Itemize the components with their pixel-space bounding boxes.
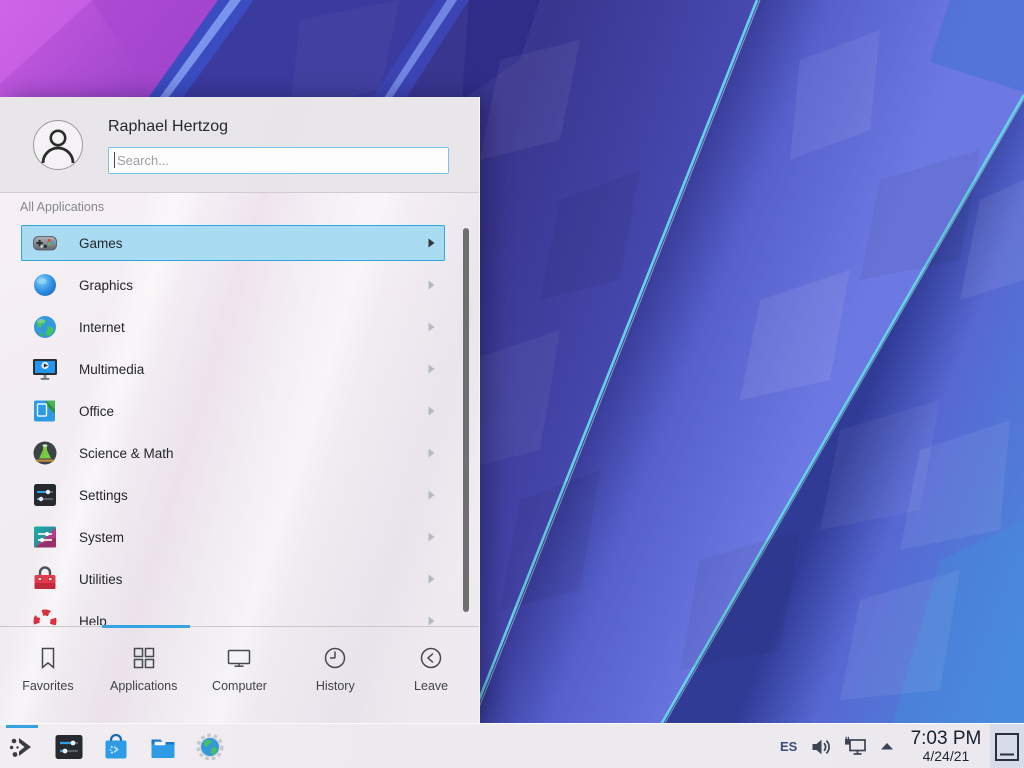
clock-widget[interactable]: 7:03 PM 4/24/21: [906, 729, 985, 764]
gamepad-icon: [32, 230, 58, 256]
settings-dark-icon: [54, 732, 84, 762]
user-avatar[interactable]: [33, 120, 83, 170]
tab-favorites[interactable]: Favorites: [0, 627, 96, 723]
tab-leave[interactable]: Leave: [383, 627, 479, 723]
show-desktop-icon: [994, 732, 1020, 762]
volume-icon[interactable]: [809, 735, 833, 759]
list-scrollbar[interactable]: [463, 228, 469, 612]
category-row-internet[interactable]: Internet: [21, 309, 445, 345]
search-input[interactable]: [108, 147, 449, 174]
toolbox-icon: [32, 566, 58, 592]
chevron-right-icon: [428, 574, 435, 584]
tab-history[interactable]: History: [287, 627, 383, 723]
category-label: Internet: [79, 320, 428, 335]
category-label: Utilities: [79, 572, 428, 587]
category-row-system[interactable]: System: [21, 519, 445, 555]
chevron-right-icon: [428, 238, 435, 248]
tab-label: Favorites: [22, 679, 73, 693]
discover-bag-icon: [101, 732, 131, 762]
leave-icon: [417, 644, 445, 672]
discover-button[interactable]: [100, 729, 132, 765]
category-label: Science & Math: [79, 446, 428, 461]
category-row-graphics[interactable]: Graphics: [21, 267, 445, 303]
tab-applications[interactable]: Applications: [96, 627, 192, 723]
system-sliders-icon: [32, 524, 58, 550]
taskbar: ES: [0, 723, 1024, 768]
expand-tray-caret-icon[interactable]: [880, 742, 894, 751]
user-avatar-icon: [35, 122, 81, 168]
chevron-right-icon: [428, 616, 435, 626]
app-launcher-button[interactable]: [6, 729, 38, 765]
chevron-right-icon: [428, 280, 435, 290]
chevron-right-icon: [428, 406, 435, 416]
tab-label: Computer: [212, 679, 267, 693]
category-label: Multimedia: [79, 362, 428, 377]
launcher-header: Raphael Hertzog: [0, 97, 479, 193]
globe-icon: [32, 314, 58, 340]
taskbar-launchers: [6, 724, 226, 768]
clock-date: 4/24/21: [906, 749, 985, 764]
sphere-icon: [32, 272, 58, 298]
chevron-right-icon: [428, 448, 435, 458]
user-name: Raphael Hertzog: [108, 118, 228, 136]
category-row-utilities[interactable]: Utilities: [21, 561, 445, 597]
keyboard-layout-indicator[interactable]: ES: [780, 739, 797, 754]
application-launcher-menu: Raphael Hertzog All Applications Games: [0, 97, 480, 723]
category-label: System: [79, 530, 428, 545]
show-desktop-button[interactable]: [990, 724, 1024, 768]
category-row-settings[interactable]: Settings: [21, 477, 445, 513]
grid-icon: [130, 644, 158, 672]
active-launcher-indicator: [6, 725, 38, 728]
text-caret: [114, 152, 115, 168]
category-label: Office: [79, 404, 428, 419]
bookmark-icon: [34, 644, 62, 672]
folder-icon: [148, 732, 178, 762]
tab-label: Leave: [414, 679, 448, 693]
chevron-right-icon: [428, 532, 435, 542]
tab-label: Applications: [110, 679, 177, 693]
category-row-multimedia[interactable]: Multimedia: [21, 351, 445, 387]
network-icon[interactable]: [843, 735, 869, 759]
system-settings-button[interactable]: [53, 729, 85, 765]
category-label: Settings: [79, 488, 428, 503]
chevron-right-icon: [428, 322, 435, 332]
file-manager-button[interactable]: [147, 729, 179, 765]
tab-label: History: [316, 679, 355, 693]
monitor-play-icon: [32, 356, 58, 382]
category-label: Games: [79, 236, 428, 251]
chevron-right-icon: [428, 364, 435, 374]
category-label: Graphics: [79, 278, 428, 293]
clock-time: 7:03 PM: [906, 729, 985, 749]
sliders-icon: [32, 482, 58, 508]
kickoff-icon: [7, 732, 37, 762]
computer-icon: [225, 644, 253, 672]
category-row-office[interactable]: Office: [21, 393, 445, 429]
documents-icon: [32, 398, 58, 424]
section-label-all-applications: All Applications: [20, 200, 104, 214]
category-row-games[interactable]: Games: [21, 225, 445, 261]
category-row-science-math[interactable]: Science & Math: [21, 435, 445, 471]
chevron-right-icon: [428, 490, 435, 500]
desktop: Raphael Hertzog All Applications Games: [0, 0, 1024, 768]
flask-icon: [32, 440, 58, 466]
tab-computer[interactable]: Computer: [192, 627, 288, 723]
system-tray: ES: [770, 724, 1024, 768]
clock-icon: [321, 644, 349, 672]
globe-gear-icon: [195, 732, 225, 762]
launcher-tabbar: Favorites Applications Computer: [0, 627, 479, 723]
web-browser-button[interactable]: [194, 729, 226, 765]
